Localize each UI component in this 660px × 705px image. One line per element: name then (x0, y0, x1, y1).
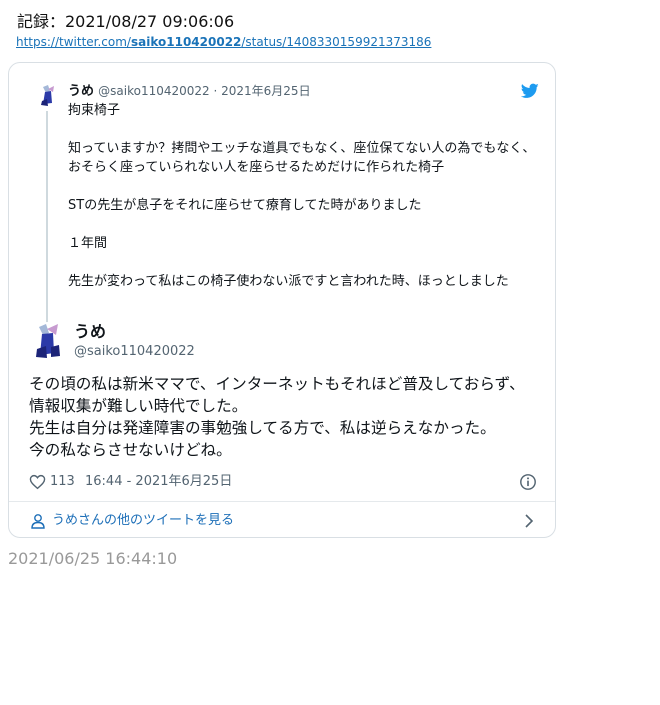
like-count[interactable]: 113 (50, 472, 75, 492)
tweet-url-link[interactable]: https://twitter.com/saiko110420022/statu… (16, 35, 431, 49)
user-icon (31, 514, 45, 529)
url-prefix: https://twitter.com/ (16, 35, 131, 49)
url-user: saiko110420022 (130, 35, 242, 49)
tweet-timestamp[interactable]: 16:44 - 2021年6月25日 (85, 472, 232, 492)
parent-avatar[interactable] (36, 83, 58, 107)
info-icon[interactable] (519, 473, 537, 491)
twitter-bird-icon[interactable] (521, 83, 539, 99)
main-tweet-text: その頃の私は新米ママで、インターネットもそれほど普及しておらず、情報収集が難しい… (29, 375, 525, 459)
tweet-meta-row: 113 16:44 - 2021年6月25日 (29, 472, 539, 492)
heart-icon[interactable] (29, 474, 46, 490)
chevron-right-icon (525, 514, 534, 528)
thread-line (46, 111, 48, 323)
main-author-handle[interactable]: @saiko110420022 (74, 343, 195, 360)
parent-author-handle[interactable]: @saiko110420022 (98, 84, 210, 98)
main-author-name[interactable]: うめ (74, 322, 106, 342)
parent-author-name[interactable]: うめ (68, 84, 94, 99)
more-tweets-link[interactable]: うめさんの他のツイートを見る (30, 510, 540, 532)
parent-tweet-date[interactable]: 2021年6月25日 (221, 84, 310, 98)
parent-tweet-header: うめ @saiko110420022 · 2021年6月25日 (68, 83, 311, 100)
url-suffix: /status/1408330159921373186 (241, 35, 432, 49)
parent-meta-separator: · (209, 84, 222, 98)
main-avatar[interactable] (29, 321, 65, 359)
card-divider (9, 501, 555, 502)
more-tweets-label: うめさんの他のツイートを見る (52, 513, 235, 528)
record-title: 記録：2021/08/27 09:06:06 (17, 12, 235, 31)
parent-tweet-text: 拘束椅子 知っていますか？拷問やエッチな道具でもなく、座位保てない人の為でもなく… (68, 103, 536, 289)
footer-date: 2021/06/25 16:44:10 (8, 549, 178, 568)
tweet-embed-card: うめ @saiko110420022 · 2021年6月25日 拘束椅子 知って… (8, 62, 556, 538)
